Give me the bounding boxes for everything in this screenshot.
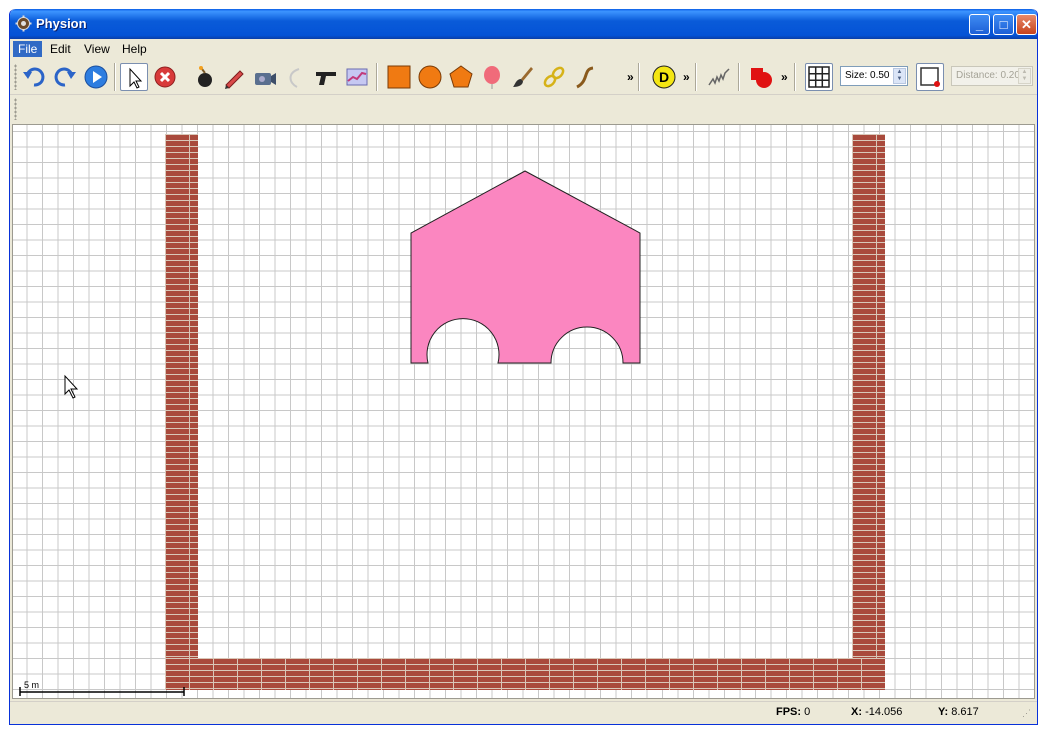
- simulation-canvas[interactable]: 5 m: [12, 124, 1035, 699]
- chain-tool[interactable]: [540, 63, 568, 91]
- menu-edit[interactable]: Edit: [45, 41, 76, 57]
- square-icon: [387, 65, 411, 89]
- fps-readout: FPS: 0: [776, 706, 810, 718]
- toolbar-grip[interactable]: [14, 98, 17, 120]
- grid-size-spinbox[interactable]: Size: 0.50 ▲ ▼: [840, 66, 908, 86]
- graph-tool[interactable]: [343, 63, 371, 91]
- box-tool[interactable]: [385, 63, 413, 91]
- chain-icon: [543, 66, 565, 88]
- maximize-icon: □: [999, 17, 1008, 32]
- menu-view[interactable]: View: [79, 41, 115, 57]
- snap-icon: [920, 67, 940, 87]
- gun-icon: [316, 72, 336, 85]
- undo-icon: [23, 67, 45, 87]
- minimize-button[interactable]: _: [969, 14, 990, 35]
- grid-icon: [808, 66, 830, 88]
- brush-icon: [513, 67, 533, 87]
- balloon-icon: [484, 66, 500, 89]
- pentagon-icon: [449, 65, 473, 88]
- color-picker-tool[interactable]: [747, 63, 775, 91]
- dynamic-tool[interactable]: D: [650, 63, 678, 91]
- close-icon: ✕: [1021, 17, 1032, 32]
- grid-size-value: 0.50: [870, 70, 890, 81]
- toolbar-separator: [794, 63, 796, 91]
- toolbar-separator: [695, 63, 697, 91]
- delete-tool[interactable]: [151, 63, 179, 91]
- snap-toggle-button[interactable]: [916, 63, 944, 91]
- bomb-icon: [198, 66, 212, 87]
- snap-distance-label: Distance:: [956, 70, 998, 81]
- redo-button[interactable]: [51, 63, 79, 91]
- play-icon: [84, 65, 108, 89]
- snap-distance-spinbox[interactable]: Distance: 0.20 ▲ ▼: [951, 66, 1033, 86]
- rope-tool[interactable]: [281, 63, 309, 91]
- camera-icon: [255, 73, 276, 85]
- gear-app-icon: [15, 15, 32, 32]
- pink-polygon-body[interactable]: [410, 170, 641, 364]
- spring-joint-tool[interactable]: [705, 63, 733, 91]
- status-bar: FPS: 0 X: -14.056 Y: 8.617 ⋰: [10, 701, 1037, 723]
- spring-curve-tool[interactable]: [571, 63, 599, 91]
- more-colors-chevron[interactable]: »: [781, 70, 788, 84]
- gun-tool[interactable]: [312, 63, 340, 91]
- pointer-icon: [129, 67, 143, 89]
- y-coordinate-readout: Y: 8.617: [938, 706, 979, 718]
- resize-grip-icon[interactable]: ⋰: [1022, 708, 1031, 719]
- redo-icon: [54, 67, 76, 87]
- camera-tool[interactable]: [251, 63, 279, 91]
- dynamic-d-icon: D: [652, 65, 676, 89]
- x-value: -14.056: [865, 706, 903, 718]
- secondary-toolbar: [10, 96, 1037, 123]
- pencil-icon: [225, 70, 244, 89]
- title-bar[interactable]: Physion _ □ ✕: [10, 9, 1037, 39]
- balloon-tool[interactable]: [478, 63, 506, 91]
- toolbar-separator: [638, 63, 640, 91]
- app-window: Physion _ □ ✕ File Edit View Help » D » …: [9, 9, 1038, 725]
- rope-icon: [289, 68, 300, 88]
- y-value: 8.617: [951, 706, 979, 718]
- scene-overlay: 5 m: [19, 170, 641, 696]
- grid-toggle-button[interactable]: [805, 63, 833, 91]
- menu-help[interactable]: Help: [117, 41, 152, 57]
- circle-tool[interactable]: [416, 63, 444, 91]
- minimize-icon: _: [975, 17, 984, 32]
- snap-distance-arrows[interactable]: ▲ ▼: [1018, 68, 1031, 84]
- x-label: X:: [851, 706, 862, 718]
- x-coordinate-readout: X: -14.056: [851, 706, 902, 718]
- toolbar-separator: [114, 63, 116, 91]
- polygon-tool[interactable]: [447, 63, 475, 91]
- window-title: Physion: [36, 16, 87, 31]
- bomb-tool[interactable]: [190, 63, 218, 91]
- undo-button[interactable]: [20, 63, 48, 91]
- scale-label: 5 m: [24, 680, 39, 690]
- brush-tool[interactable]: [509, 63, 537, 91]
- curve-icon: [576, 66, 594, 89]
- grid-size-arrows[interactable]: ▲ ▼: [893, 68, 906, 84]
- close-button[interactable]: ✕: [1016, 14, 1037, 35]
- pencil-tool[interactable]: [220, 63, 248, 91]
- y-label: Y:: [938, 706, 949, 718]
- paint-shape-icon: [751, 68, 772, 88]
- more-body-types-chevron[interactable]: »: [683, 70, 690, 84]
- spring-icon: [708, 68, 730, 86]
- select-tool[interactable]: [120, 63, 148, 91]
- fps-label: FPS:: [776, 706, 802, 718]
- grid-size-label: Size:: [845, 70, 868, 81]
- play-button[interactable]: [82, 63, 110, 91]
- graph-icon: [346, 68, 368, 86]
- toolbar-separator: [738, 63, 740, 91]
- mouse-cursor-icon: [64, 374, 79, 399]
- main-toolbar: » D » » Size: 0.50 ▲ ▼ Distance: 0.20 ▲ ▼: [10, 59, 1037, 95]
- circle-icon: [418, 65, 442, 89]
- toolbar-separator: [376, 63, 378, 91]
- fps-value: 0: [804, 706, 811, 718]
- scale-bar: [19, 687, 185, 696]
- menu-file[interactable]: File: [13, 41, 43, 57]
- maximize-button[interactable]: □: [993, 14, 1014, 35]
- more-shapes-chevron[interactable]: »: [627, 70, 634, 84]
- svg-text:D: D: [659, 69, 669, 85]
- menu-bar: File Edit View Help: [10, 39, 1037, 59]
- toolbar-grip[interactable]: [14, 64, 17, 90]
- delete-icon: [154, 66, 176, 88]
